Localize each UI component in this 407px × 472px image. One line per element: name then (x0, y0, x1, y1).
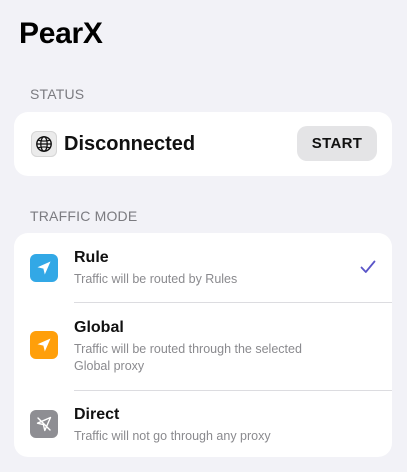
mode-title: Direct (74, 406, 120, 423)
mode-description: Traffic will be routed through the selec… (74, 342, 302, 373)
mode-title: Rule (74, 249, 109, 266)
app-title: PearX (19, 17, 103, 50)
globe-icon (31, 131, 57, 157)
mode-title: Global (74, 319, 124, 336)
traffic-mode-rule-option[interactable]: Rule Traffic will be routed by Rules (14, 233, 392, 302)
mode-description: Traffic will not go through any proxy (74, 429, 271, 443)
traffic-mode-section-header: TRAFFIC MODE (30, 208, 138, 224)
location-arrow-icon (30, 254, 58, 282)
app-screen: PearX STATUS Disconnected START TRAFFIC … (0, 0, 407, 472)
start-button[interactable]: START (297, 126, 377, 161)
location-arrow-slash-icon (30, 410, 58, 438)
mode-description: Traffic will be routed by Rules (74, 272, 238, 286)
location-arrow-icon (30, 331, 58, 359)
traffic-mode-direct-option[interactable]: Direct Traffic will not go through any p… (14, 390, 392, 457)
status-section-header: STATUS (30, 86, 85, 102)
traffic-mode-global-option[interactable]: Global Traffic will be routed through th… (14, 302, 392, 390)
status-card: Disconnected START (14, 112, 392, 176)
traffic-mode-list: Rule Traffic will be routed by Rules Glo… (14, 233, 392, 457)
checkmark-icon (360, 260, 376, 273)
connection-status: Disconnected (64, 133, 196, 155)
